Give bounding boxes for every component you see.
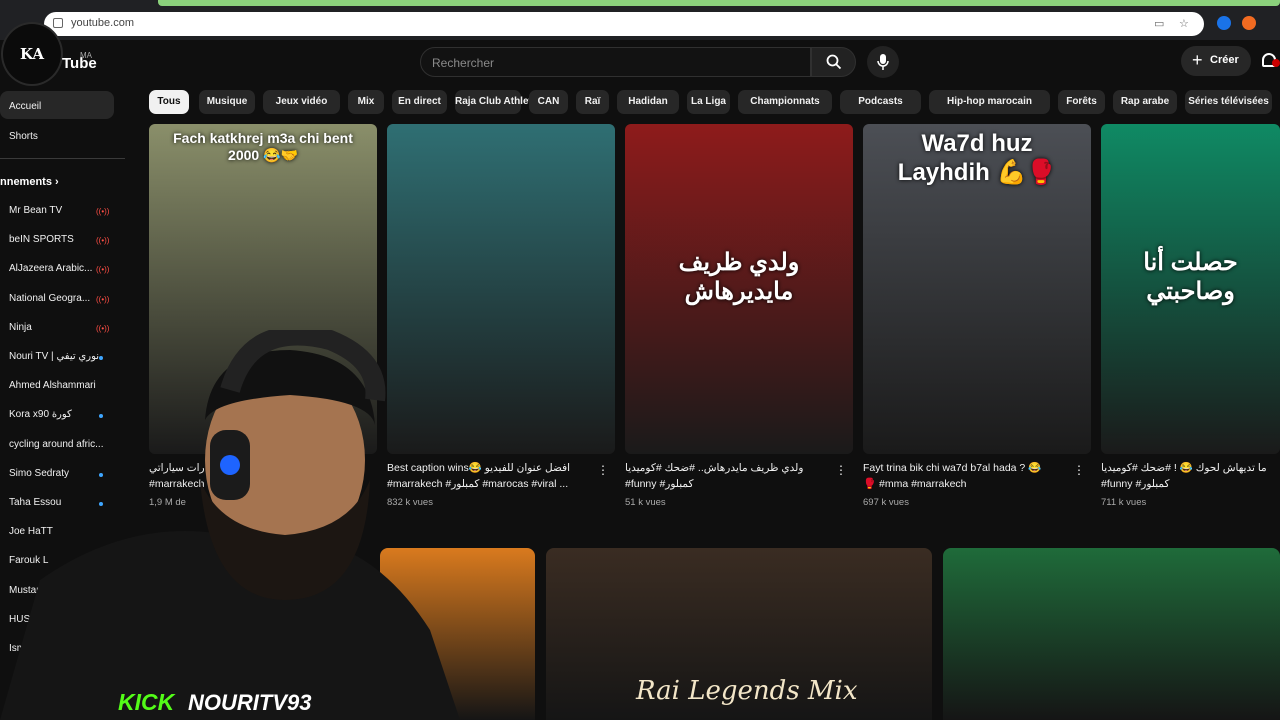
short-title[interactable]: ما تديهاش لحوك 😂 ! #ضحك #كوميديا: [1101, 460, 1280, 476]
chip-11[interactable]: Podcasts: [840, 90, 921, 114]
notifications-bell-icon[interactable]: [1262, 53, 1280, 67]
thumbnail-overlay-text: Fach katkhrej m3a chi bent 2000 😂🤝: [173, 130, 353, 163]
short-thumbnail[interactable]: Wa7d huz Layhdih 💪🥊: [863, 124, 1091, 454]
sidebar-item-label: Accueil: [9, 101, 42, 112]
chip-9[interactable]: La Liga: [687, 90, 730, 114]
more-options-icon[interactable]: ⋮: [835, 463, 847, 477]
chip-2[interactable]: Jeux vidéo: [263, 90, 340, 114]
chip-1[interactable]: Musique: [199, 90, 255, 114]
sidebar-divider: [0, 158, 125, 159]
subscription-name: AlJazeera Arabic...: [9, 263, 93, 275]
plus-icon: +: [1192, 50, 1203, 70]
create-button[interactable]: + Créer: [1181, 46, 1251, 76]
more-options-icon[interactable]: ⋮: [597, 463, 609, 477]
logo-text: KA: [19, 45, 45, 63]
create-label: Créer: [1210, 54, 1239, 66]
search-icon: [826, 54, 841, 70]
more-options-icon[interactable]: ⋮: [1073, 463, 1085, 477]
address-bar[interactable]: youtube.com ▭ ☆: [44, 12, 1204, 36]
sidebar-subscription-item[interactable]: AlJazeera Arabic... ((•)): [9, 263, 119, 279]
chip-5[interactable]: Raja Club Athletic: [455, 90, 540, 114]
cast-icon[interactable]: ▭: [1154, 17, 1164, 30]
chip-4[interactable]: En direct: [392, 90, 447, 114]
stream-channel-name: NOURITV93: [188, 690, 312, 715]
video-thumbnail[interactable]: Rai Legends Mix: [546, 548, 932, 720]
live-icon: ((•)): [96, 207, 110, 216]
short-view-count: 697 k vues: [863, 497, 909, 508]
thumbnail-overlay-text: حصلت أنا وصاحبتي: [1143, 249, 1238, 305]
short-view-count: 711 k vues: [1101, 497, 1147, 508]
tab-strip: [158, 0, 1280, 6]
chip-15[interactable]: Séries télévisées: [1185, 90, 1272, 114]
brave-icon[interactable]: [1242, 16, 1256, 30]
sidebar-item-shorts[interactable]: Shorts: [0, 121, 114, 149]
chip-7[interactable]: Raï: [576, 90, 609, 114]
microphone-icon: [877, 54, 889, 70]
live-icon: ((•)): [96, 236, 110, 246]
chip-14[interactable]: Rap arabe: [1113, 90, 1177, 114]
short-title[interactable]: #funny #كمبلور: [1101, 476, 1280, 492]
voice-search-button[interactable]: [867, 46, 899, 78]
chip-0[interactable]: Tous: [149, 90, 189, 114]
thumbnail-title-text: Rai Legends Mix: [636, 676, 858, 706]
chip-6[interactable]: CAN: [529, 90, 568, 114]
chip-12[interactable]: Hip-hop marocain: [929, 90, 1050, 114]
site-info-icon[interactable]: [53, 18, 63, 28]
subscription-name: National Geogra...: [9, 292, 91, 304]
browser-toolbar: youtube.com ▭ ☆: [0, 0, 1280, 40]
short-view-count: 51 k vues: [625, 497, 666, 508]
sidebar-subscription-item[interactable]: beIN SPORTS ((•)): [9, 234, 119, 250]
short-title[interactable]: ولدي ظريف مايدرهاش.. #ضحك #كوميديا: [625, 460, 830, 476]
short-thumbnail[interactable]: ولدي ظريف مايديرهاش: [625, 124, 853, 454]
short-title[interactable]: #funny #كمبلور: [625, 476, 830, 492]
notification-badge: [1272, 59, 1280, 67]
live-icon: ((•)): [96, 294, 110, 304]
chip-10[interactable]: Championnats: [738, 90, 832, 114]
search-input[interactable]: Rechercher: [420, 47, 811, 77]
subscriptions-heading[interactable]: nnements ›: [0, 176, 59, 188]
chip-8[interactable]: Hadidan: [617, 90, 679, 114]
bookmark-star-icon[interactable]: ☆: [1179, 17, 1189, 30]
streamer-webcam-overlay: [0, 330, 460, 720]
extension-icon[interactable]: [1217, 16, 1231, 30]
subscription-name: beIN SPORTS: [9, 234, 74, 246]
short-title[interactable]: Fayt trina bik chi wa7d b7al hada ? 😂: [863, 460, 1068, 476]
thumbnail-overlay-text: Wa7d huz Layhdih 💪🥊: [897, 130, 1057, 186]
url-text: youtube.com: [71, 17, 134, 29]
webcam-person-image: [0, 330, 460, 720]
chevron-right-icon: ›: [55, 176, 59, 188]
channel-logo[interactable]: KA: [1, 22, 63, 86]
short-title[interactable]: 🥊 #mma #marrakech: [863, 476, 1068, 492]
kick-logo: KICK: [118, 689, 175, 715]
subscription-name: Mr Bean TV: [9, 205, 63, 216]
thumbnail-overlay-text: ولدي ظريف مايديرهاش: [678, 249, 800, 305]
video-thumbnail[interactable]: [943, 548, 1280, 720]
country-code: MA: [80, 51, 92, 60]
sidebar-item-label: Shorts: [9, 131, 38, 142]
chip-13[interactable]: Forêts: [1058, 90, 1105, 114]
search-button[interactable]: [811, 47, 856, 77]
sidebar-item-home[interactable]: Accueil: [0, 91, 114, 119]
sidebar-subscription-item[interactable]: Mr Bean TV ((•)): [9, 205, 119, 221]
live-icon: ((•)): [96, 265, 110, 275]
short-thumbnail[interactable]: حصلت أنا وصاحبتي: [1101, 124, 1280, 454]
filter-chips-bar: Tous Musique Jeux vidéo Mix En direct Raja Cl…: [149, 90, 1280, 114]
sidebar-subscription-item[interactable]: National Geogra... ((•)): [9, 293, 119, 309]
chip-3[interactable]: Mix: [348, 90, 384, 114]
